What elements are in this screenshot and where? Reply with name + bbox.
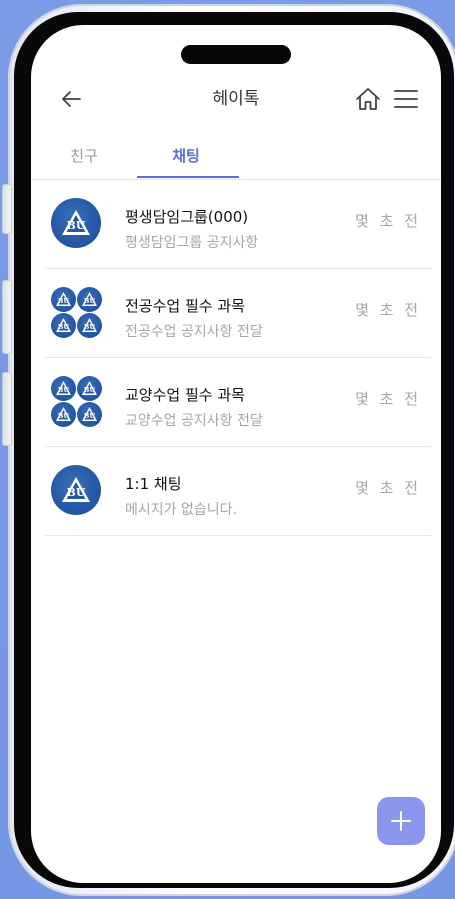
chat-last-message: 교양수업 공지사항 전달 [125, 413, 263, 429]
chat-timestamp: 몇 초 전 [355, 301, 421, 319]
phone-volume-down-button [2, 372, 12, 446]
hamburger-menu-icon [394, 90, 418, 108]
bu-logo-icon: BU [51, 198, 101, 248]
home-button[interactable] [353, 83, 383, 115]
home-icon [356, 88, 380, 110]
logo-text: BU [84, 323, 95, 331]
bu-logo-icon: BU [51, 465, 101, 515]
chat-avatar-group: BU BU BU BU [51, 376, 103, 428]
arrow-left-icon [62, 91, 81, 107]
chat-room-name: 교양수업 필수 과목 [125, 386, 245, 404]
logo-text: BU [58, 386, 69, 394]
tab-chat[interactable]: 채팅 [135, 137, 237, 177]
app-header: 헤이톡 [31, 81, 441, 117]
phone-mute-switch [2, 184, 12, 234]
logo-text: BU [58, 297, 69, 305]
tab-friends[interactable]: 친구 [33, 137, 135, 177]
tab-bar: 친구 채팅 [33, 137, 441, 180]
bu-logo-icon: BU [77, 313, 102, 338]
active-tab-indicator [137, 176, 239, 178]
chat-list: BU 평생담임그룹(000) 평생담임그룹 공지사항 몇 초 전 BU BU B… [45, 180, 431, 536]
back-button[interactable] [53, 81, 89, 117]
chat-room-item[interactable]: BU BU BU BU 교양수업 필수 과목 교양수업 공지사항 전달 몇 초 … [45, 358, 431, 447]
chat-avatar-group: BU BU BU BU [51, 287, 103, 339]
chat-room-name: 평생담임그룹(000) [125, 208, 249, 226]
bu-logo-icon: BU [51, 313, 76, 338]
menu-button[interactable] [389, 83, 423, 115]
app-screen: 헤이톡 친구 채팅 BU 평생담임그룹(000) 평생담임그룹 공지사항 몇 초… [31, 25, 441, 883]
bu-logo-icon: BU [51, 287, 76, 312]
bu-logo-icon: BU [77, 287, 102, 312]
chat-room-name: 1:1 채팅 [125, 475, 182, 493]
logo-text: BU [58, 323, 69, 331]
plus-icon [391, 811, 411, 831]
bu-logo-icon: BU [51, 376, 76, 401]
chat-last-message: 전공수업 공지사항 전달 [125, 324, 263, 340]
new-chat-button[interactable] [377, 797, 425, 845]
page-title: 헤이톡 [212, 89, 260, 109]
chat-timestamp: 몇 초 전 [355, 479, 421, 497]
logo-text: BU [84, 412, 95, 420]
bu-logo-icon: BU [51, 402, 76, 427]
chat-timestamp: 몇 초 전 [355, 390, 421, 408]
logo-text: BU [67, 219, 86, 232]
chat-room-name: 전공수업 필수 과목 [125, 297, 245, 315]
chat-room-item[interactable]: BU 평생담임그룹(000) 평생담임그룹 공지사항 몇 초 전 [45, 180, 431, 269]
chat-last-message: 메시지가 없습니다. [125, 502, 237, 518]
chat-timestamp: 몇 초 전 [355, 212, 421, 230]
bu-logo-icon: BU [77, 376, 102, 401]
chat-avatar: BU [51, 198, 103, 250]
logo-text: BU [84, 297, 95, 305]
chat-room-item[interactable]: BU 1:1 채팅 메시지가 없습니다. 몇 초 전 [45, 447, 431, 536]
phone-volume-up-button [2, 280, 12, 354]
logo-text: BU [58, 412, 69, 420]
chat-room-item[interactable]: BU BU BU BU 전공수업 필수 과목 전공수업 공지사항 전달 몇 초 … [45, 269, 431, 358]
chat-last-message: 평생담임그룹 공지사항 [125, 235, 259, 251]
bu-logo-icon: BU [77, 402, 102, 427]
logo-text: BU [67, 486, 86, 499]
phone-notch [181, 45, 291, 64]
chat-avatar: BU [51, 465, 103, 517]
logo-text: BU [84, 386, 95, 394]
